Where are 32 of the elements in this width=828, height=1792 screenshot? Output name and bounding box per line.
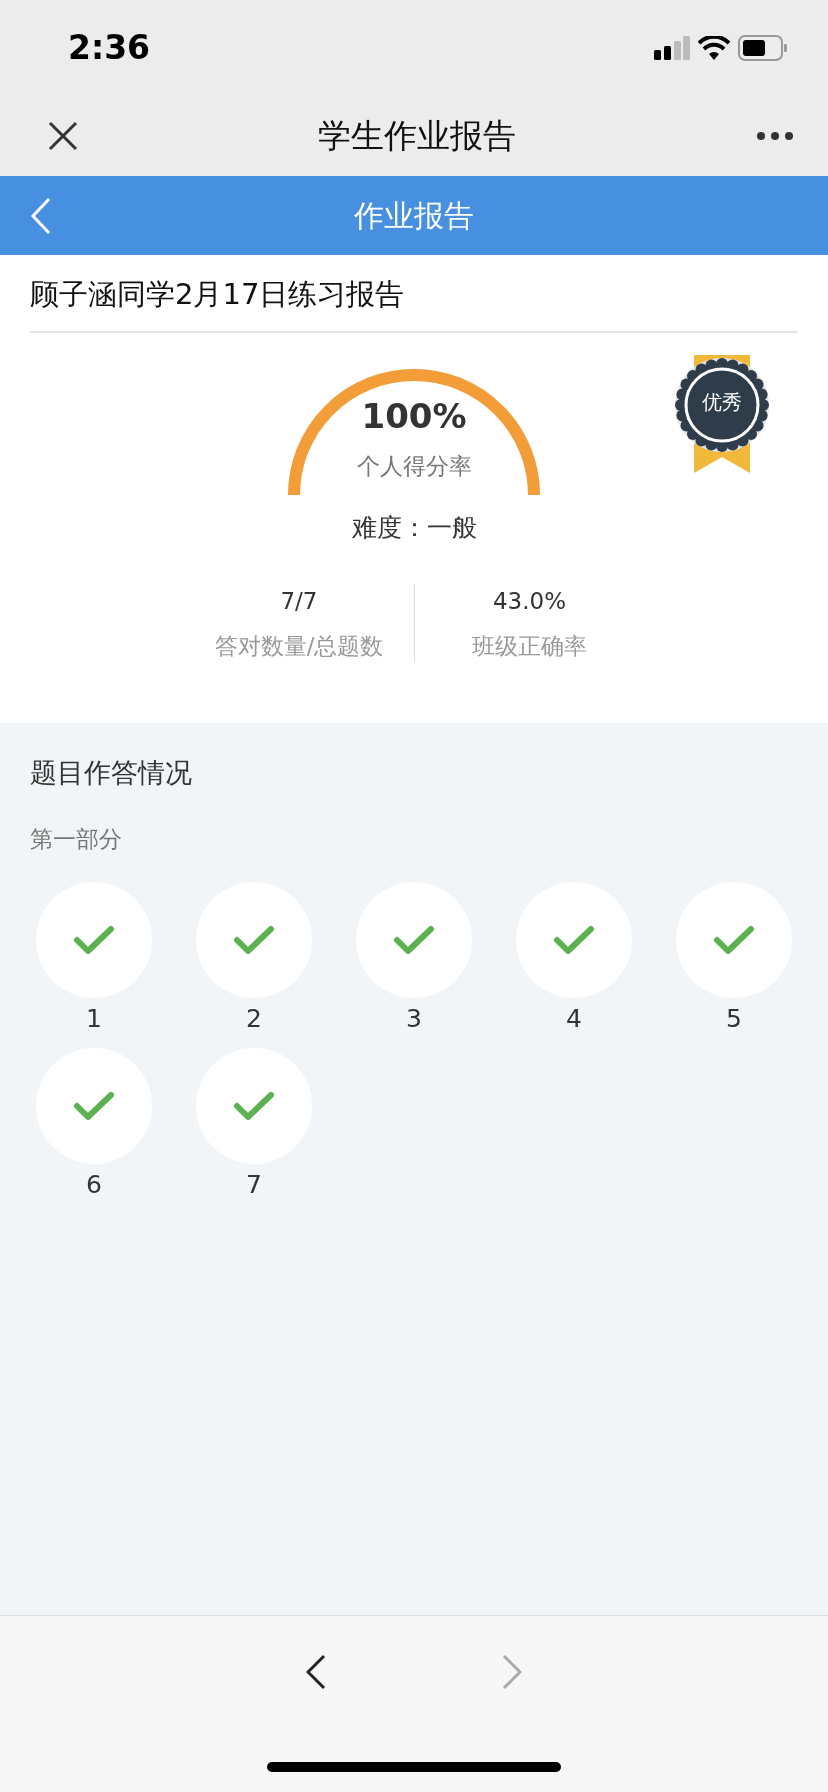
stat-value: 7/7 [280, 587, 318, 616]
score-value: 100% [361, 398, 467, 433]
question-number: 3 [406, 1004, 422, 1034]
stat-label: 班级正确率 [472, 631, 587, 661]
report-title: 顾子涵同学2月17日练习报告 [30, 255, 798, 333]
back-icon [30, 196, 52, 235]
stat-value: 43.0% [492, 587, 567, 616]
close-button[interactable] [48, 120, 78, 151]
stat-label: 答对数量/总题数 [214, 631, 384, 661]
question-number: 2 [246, 1004, 262, 1034]
question-number: 5 [726, 1004, 742, 1034]
part-title: 第一部分 [30, 825, 122, 852]
signal-icon [654, 35, 690, 60]
grade-badge-label: 优秀 [702, 390, 742, 414]
back-button[interactable] [30, 196, 52, 235]
page-title: 作业报告 [354, 197, 474, 235]
window-title: 学生作业报告 [318, 114, 516, 157]
chevron-right-icon [502, 1654, 522, 1690]
battery-icon [738, 34, 788, 61]
question-number: 4 [566, 1004, 582, 1034]
medal-icon [672, 355, 772, 475]
question-number: 6 [86, 1170, 102, 1200]
close-icon [48, 120, 78, 151]
status-time: 2:36 [68, 26, 151, 69]
section-title: 题目作答情况 [30, 756, 193, 790]
score-label: 个人得分率 [356, 451, 472, 481]
wifi-icon [698, 35, 730, 60]
question-number: 1 [86, 1004, 102, 1034]
more-icon [756, 131, 794, 141]
question-number: 7 [246, 1170, 262, 1200]
chevron-left-icon [306, 1654, 326, 1690]
difficulty-label: 难度：一般 [351, 512, 477, 542]
